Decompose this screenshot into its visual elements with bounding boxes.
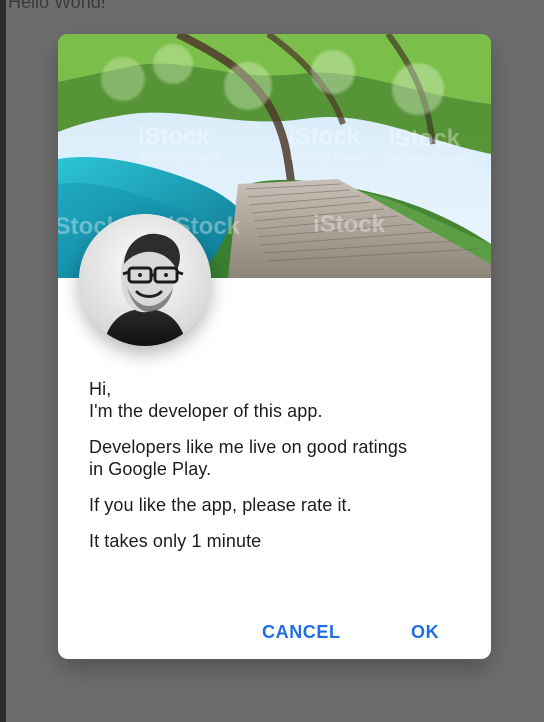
watermark-6: iStock	[313, 211, 386, 238]
message-paragraph-time: It takes only 1 minute	[89, 531, 262, 551]
watermark-sub-2: by Getty Images	[290, 151, 371, 163]
dialog-actions: CANCEL OK	[58, 618, 491, 646]
greeting-line-2: I'm the developer of this app.	[89, 401, 323, 421]
ratings-line-1: Developers like me live on good ratings	[89, 437, 408, 457]
watermark-sub-3: by Getty Images	[390, 153, 471, 165]
message-greeting: Hi, I'm the developer of this app.	[89, 378, 479, 422]
message-paragraph-ratings: Developers like me live on good ratings …	[89, 436, 479, 480]
ok-button[interactable]: OK	[403, 618, 447, 647]
watermark-1: iStock	[138, 123, 211, 150]
cancel-button[interactable]: CANCEL	[254, 618, 349, 647]
ratings-line-2: in Google Play.	[89, 459, 212, 479]
rate-app-dialog: iStock iStock iStock iStock iStock iStoc…	[58, 34, 491, 659]
watermark-3: iStock	[388, 125, 461, 152]
avatar-person-photo	[79, 214, 211, 346]
watermark-2: iStock	[288, 123, 361, 150]
watermark-sub-1: by Getty Images	[140, 151, 221, 163]
app-title: Hello World!	[8, 0, 106, 12]
developer-avatar	[79, 214, 211, 346]
greeting-line-1: Hi,	[89, 379, 112, 399]
message-paragraph-rate: If you like the app, please rate it.	[89, 495, 352, 515]
dialog-message: Hi, I'm the developer of this app. Devel…	[89, 378, 479, 566]
left-edge-stripe	[0, 0, 6, 722]
